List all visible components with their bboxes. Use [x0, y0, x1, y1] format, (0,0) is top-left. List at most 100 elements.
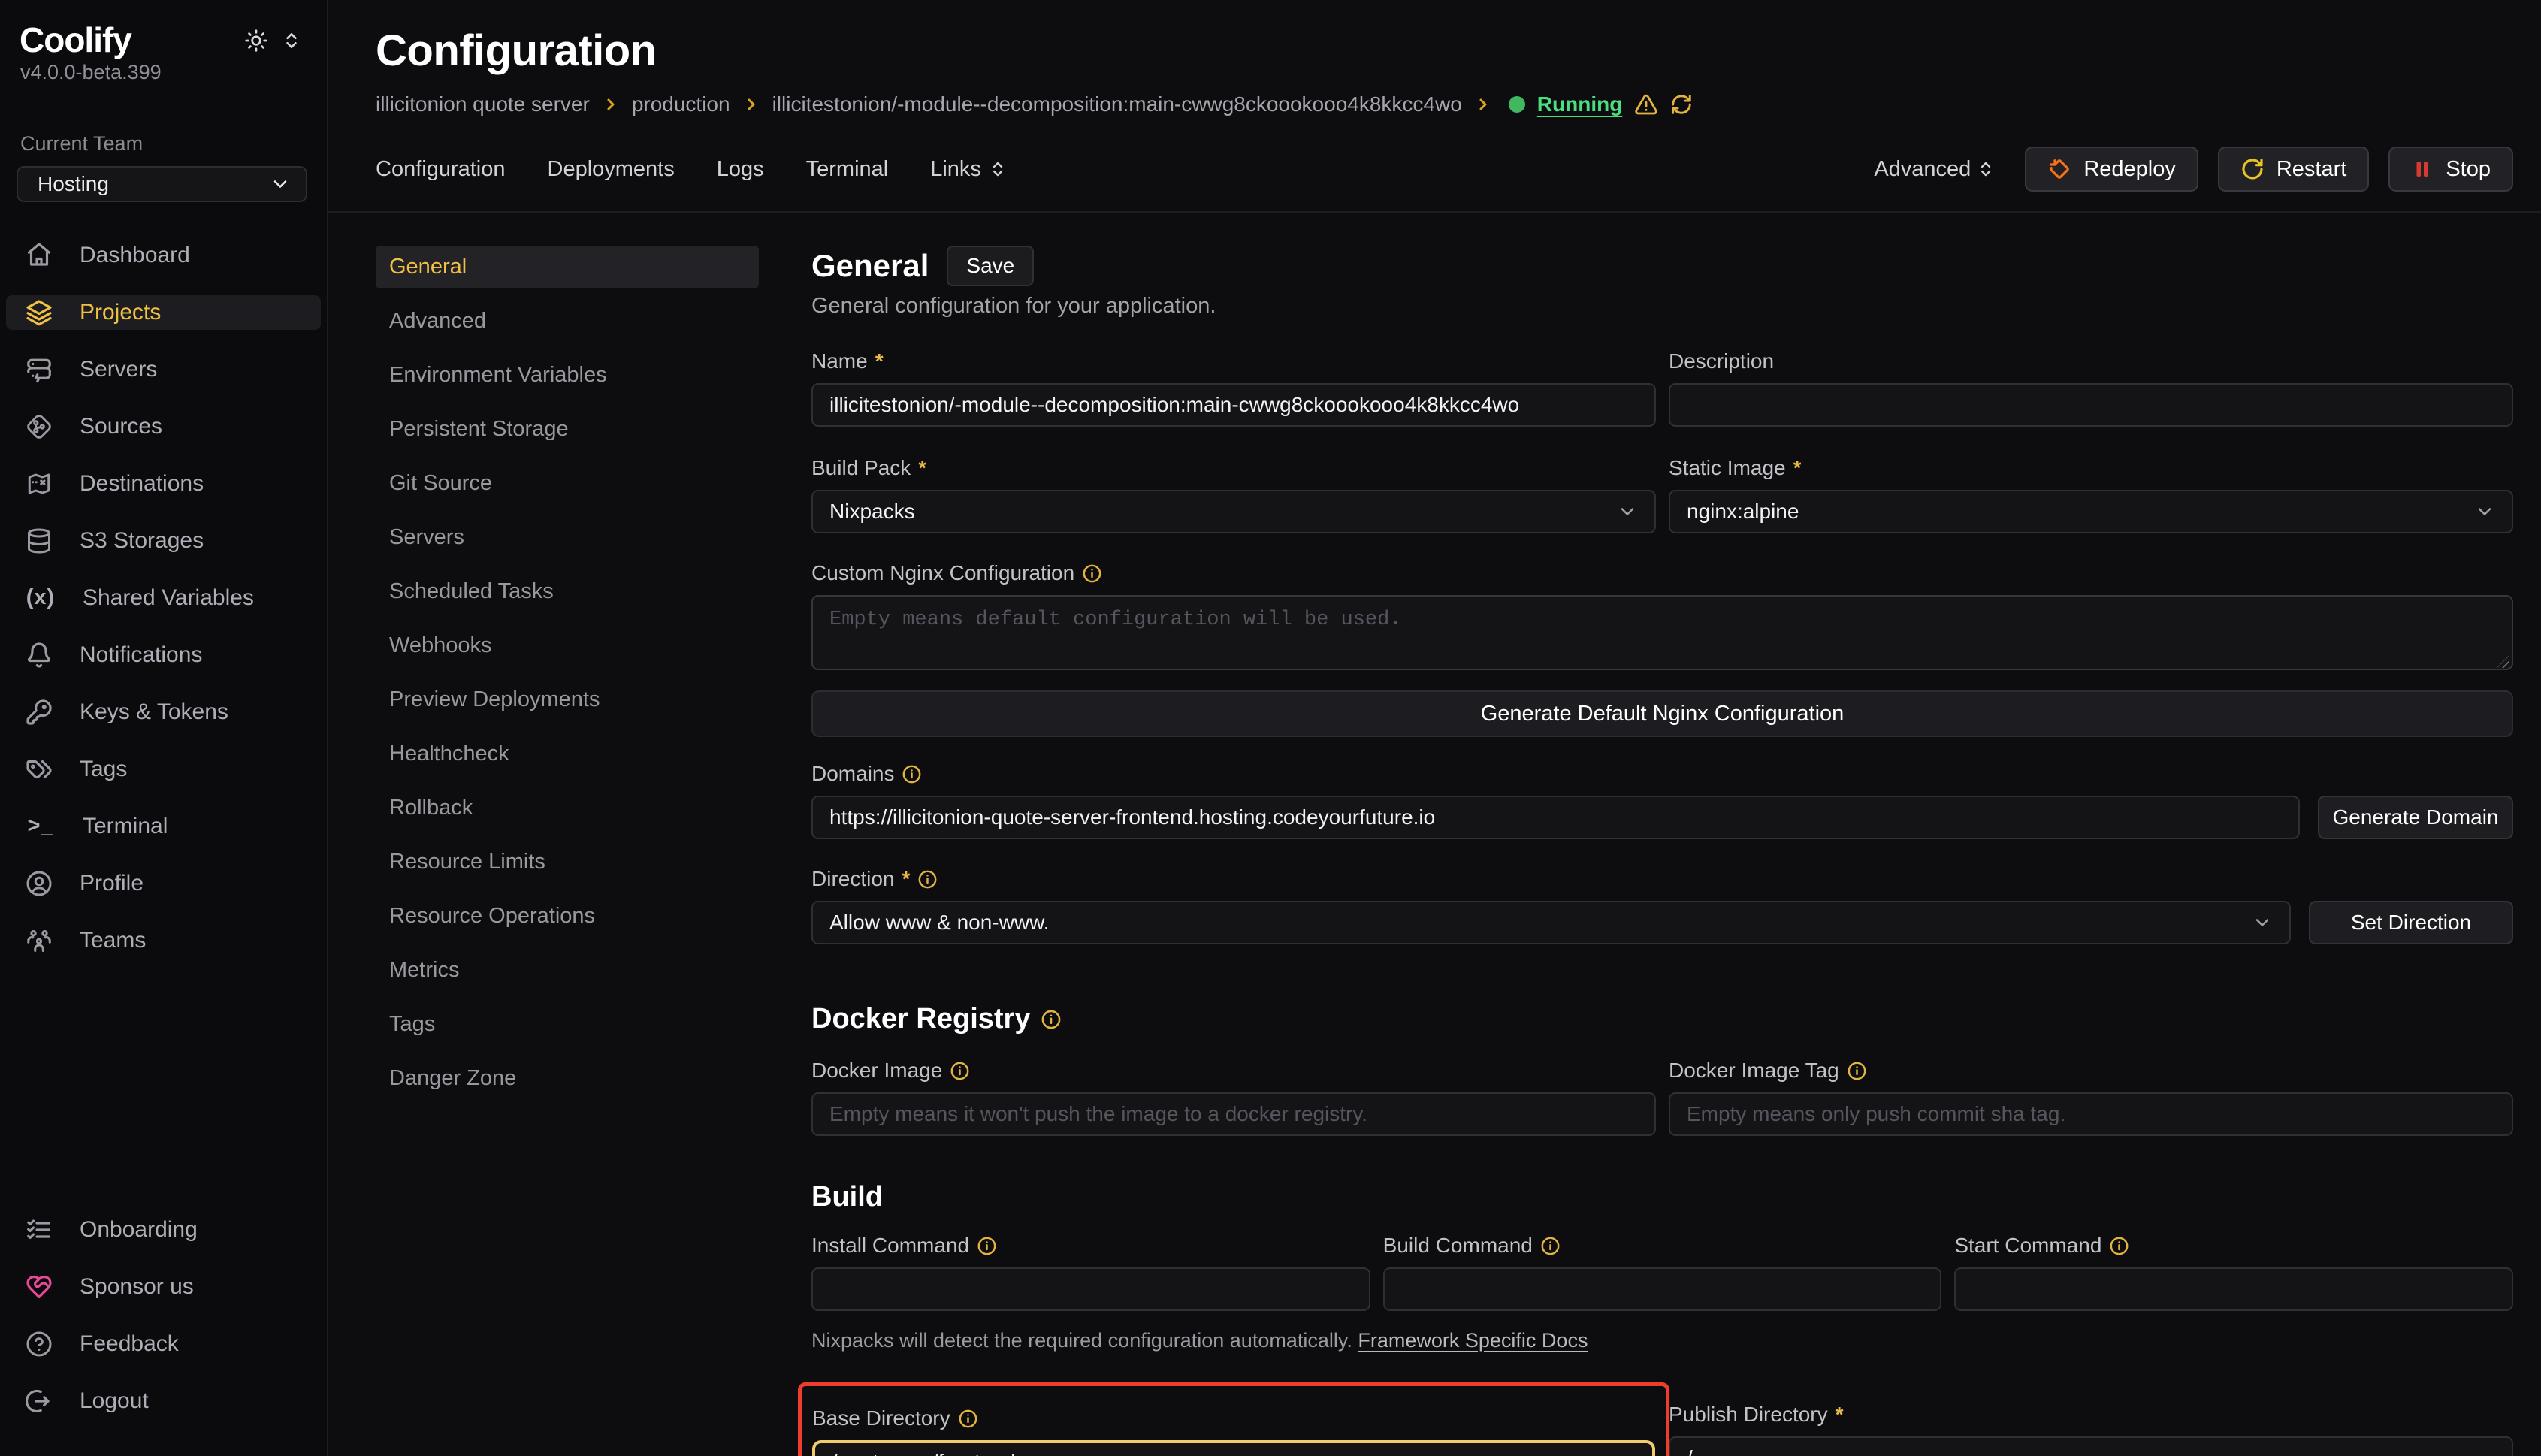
generate-domain-button[interactable]: Generate Domain [2318, 796, 2513, 839]
build-command-input[interactable] [1383, 1267, 1942, 1311]
static-image-label: Static Image [1669, 456, 1786, 480]
advanced-label: Advanced [1874, 157, 1971, 182]
theme-sun-icon[interactable] [244, 29, 268, 53]
tab-configuration[interactable]: Configuration [376, 157, 506, 182]
sidebar-item-notifications[interactable]: Notifications [6, 638, 321, 672]
base-directory-input[interactable] [812, 1440, 1655, 1456]
name-input[interactable] [811, 383, 1656, 427]
redeploy-button[interactable]: Redeploy [2025, 147, 2198, 192]
team-select[interactable]: Hosting [17, 166, 307, 202]
advanced-dropdown[interactable]: Advanced [1874, 157, 1995, 182]
framework-docs-link[interactable]: Framework Specific Docs [1358, 1329, 1588, 1352]
required-asterisk: * [1793, 456, 1802, 480]
sidebar-item-projects[interactable]: Projects [6, 295, 321, 330]
info-icon[interactable] [977, 1236, 997, 1256]
chevron-right-icon [742, 95, 760, 113]
config-menu-resource-operations[interactable]: Resource Operations [376, 895, 759, 938]
stop-button[interactable]: Stop [2388, 147, 2513, 192]
server-icon [26, 356, 53, 383]
chevrons-up-down-icon [989, 160, 1007, 178]
docker-image-tag-input[interactable] [1669, 1092, 2513, 1136]
info-icon[interactable] [958, 1409, 978, 1429]
set-direction-button[interactable]: Set Direction [2309, 901, 2513, 944]
theme-chevrons-up-down-icon[interactable] [282, 31, 301, 50]
info-icon[interactable] [902, 764, 922, 784]
domains-input[interactable] [811, 796, 2300, 839]
save-button[interactable]: Save [947, 246, 1034, 286]
chevron-right-icon [1474, 95, 1492, 113]
sidebar-item-teams[interactable]: Teams [6, 923, 321, 958]
sidebar-item-label: Terminal [83, 814, 168, 839]
config-menu-servers[interactable]: Servers [376, 516, 759, 559]
info-icon[interactable] [917, 869, 938, 890]
config-menu-metrics[interactable]: Metrics [376, 949, 759, 992]
breadcrumb-application[interactable]: illicitestonion/-module--decomposition:m… [772, 92, 1462, 116]
team-select-value: Hosting [38, 172, 109, 196]
config-menu-danger-zone[interactable]: Danger Zone [376, 1057, 759, 1100]
direction-select[interactable]: Allow www & non-www. [811, 901, 2291, 944]
info-icon[interactable] [1082, 563, 1102, 584]
config-menu-tags[interactable]: Tags [376, 1003, 759, 1046]
tab-terminal[interactable]: Terminal [806, 157, 889, 182]
domains-label: Domains [811, 762, 894, 786]
sidebar-item-tags[interactable]: Tags [6, 752, 321, 787]
status-badge[interactable]: Running [1537, 92, 1623, 116]
static-image-select[interactable]: nginx:alpine [1669, 490, 2513, 533]
build-pack-select[interactable]: Nixpacks [811, 490, 1656, 533]
sidebar-item-servers[interactable]: Servers [6, 352, 321, 387]
sidebar-item-shared-variables[interactable]: (x) Shared Variables [6, 581, 321, 615]
app-logo: Coolify [20, 21, 131, 59]
sidebar-item-label: Onboarding [80, 1217, 198, 1243]
sidebar-item-s3-storages[interactable]: S3 Storages [6, 524, 321, 558]
config-menu-advanced[interactable]: Advanced [376, 300, 759, 343]
sidebar-item-logout[interactable]: Logout [6, 1384, 321, 1418]
sidebar-item-dashboard[interactable]: Dashboard [6, 238, 321, 273]
description-input[interactable] [1669, 383, 2513, 427]
config-menu-environment-variables[interactable]: Environment Variables [376, 354, 759, 397]
config-menu-healthcheck[interactable]: Healthcheck [376, 733, 759, 775]
info-icon[interactable] [1540, 1236, 1561, 1256]
sidebar-item-feedback[interactable]: Feedback [6, 1327, 321, 1361]
config-menu-rollback[interactable]: Rollback [376, 787, 759, 829]
status-dot [1509, 96, 1525, 113]
install-command-input[interactable] [811, 1267, 1370, 1311]
tab-logs[interactable]: Logs [717, 157, 764, 182]
sidebar-item-onboarding[interactable]: Onboarding [6, 1213, 321, 1247]
info-icon[interactable] [1847, 1061, 1867, 1081]
config-menu-persistent-storage[interactable]: Persistent Storage [376, 408, 759, 451]
publish-directory-input[interactable] [1669, 1436, 2513, 1456]
custom-nginx-textarea[interactable] [811, 595, 2513, 670]
config-menu-webhooks[interactable]: Webhooks [376, 624, 759, 667]
breadcrumb-project[interactable]: illicitonion quote server [376, 92, 590, 116]
checklist-icon [26, 1216, 53, 1243]
breadcrumb-environment[interactable]: production [632, 92, 730, 116]
sidebar-item-profile[interactable]: Profile [6, 866, 321, 901]
info-icon[interactable] [2109, 1236, 2129, 1256]
sidebar-item-label: Sources [80, 414, 162, 440]
config-menu-general[interactable]: General [376, 246, 759, 288]
generate-nginx-button[interactable]: Generate Default Nginx Configuration [811, 690, 2513, 737]
start-command-input[interactable] [1954, 1267, 2513, 1311]
config-menu-preview-deployments[interactable]: Preview Deployments [376, 678, 759, 721]
tab-links[interactable]: Links [930, 157, 1007, 182]
config-menu-scheduled-tasks[interactable]: Scheduled Tasks [376, 570, 759, 613]
tab-deployments[interactable]: Deployments [548, 157, 675, 182]
restart-button[interactable]: Restart [2218, 147, 2369, 192]
info-icon[interactable] [950, 1061, 970, 1081]
sidebar-item-destinations[interactable]: Destinations [6, 467, 321, 501]
sidebar-item-terminal[interactable]: >_ Terminal [6, 809, 321, 844]
refresh-icon[interactable] [1670, 93, 1693, 116]
sidebar-item-keys-tokens[interactable]: Keys & Tokens [6, 695, 321, 730]
base-directory-label: Base Directory [812, 1406, 950, 1430]
sidebar-item-label: Notifications [80, 642, 202, 668]
required-asterisk: * [902, 867, 910, 891]
warning-icon[interactable] [1634, 92, 1658, 116]
docker-image-tag-label: Docker Image Tag [1669, 1059, 1839, 1083]
config-menu-resource-limits[interactable]: Resource Limits [376, 841, 759, 884]
docker-image-input[interactable] [811, 1092, 1656, 1136]
custom-nginx-label: Custom Nginx Configuration [811, 561, 1074, 585]
sidebar-item-sponsor-us[interactable]: Sponsor us [6, 1270, 321, 1304]
sidebar-item-sources[interactable]: Sources [6, 409, 321, 444]
config-menu-git-source[interactable]: Git Source [376, 462, 759, 505]
info-icon[interactable] [1041, 1009, 1062, 1030]
